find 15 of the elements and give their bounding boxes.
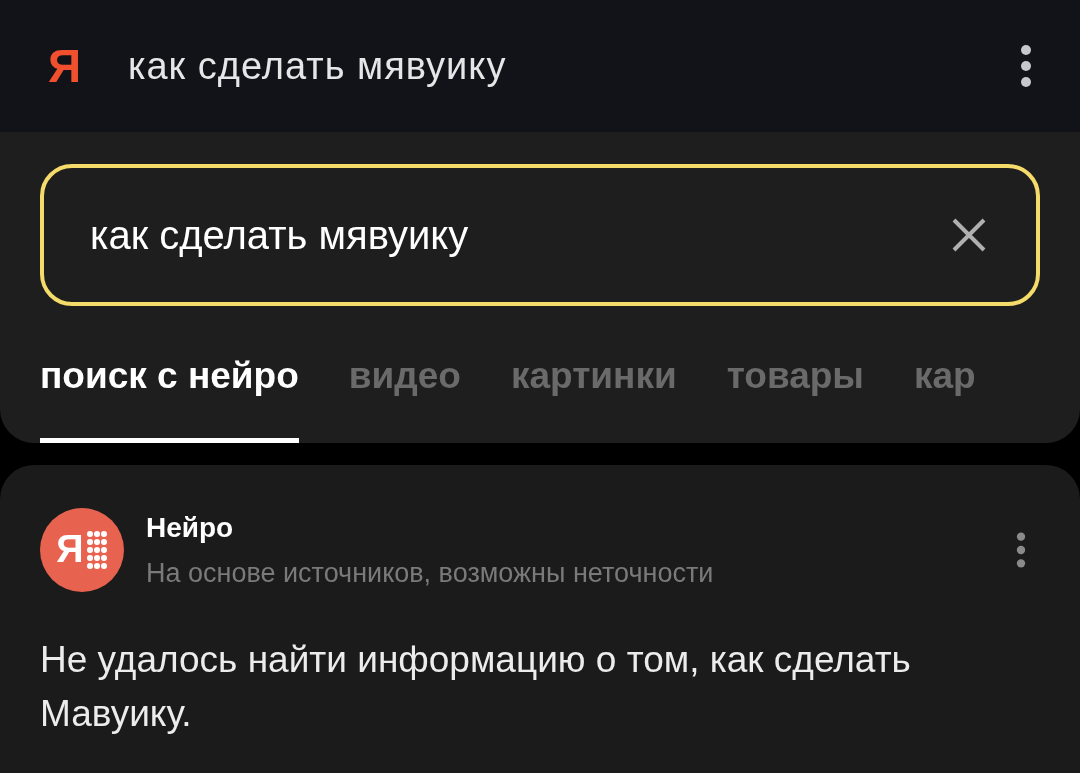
logo[interactable]: Я	[48, 31, 128, 101]
search-field[interactable]: как сделать мявуику	[40, 164, 1040, 306]
neuro-avatar-icon: Я	[40, 507, 124, 592]
tab[interactable]: товары	[726, 348, 864, 443]
tab[interactable]: картинки	[510, 348, 677, 443]
tab[interactable]: кар	[913, 348, 976, 443]
query-title: как сделать мявуику	[128, 43, 508, 89]
tab[interactable]: видео	[348, 348, 461, 443]
search-input[interactable]: как сделать мявуику	[90, 205, 952, 265]
tab[interactable]: поиск с нейро	[40, 348, 299, 443]
answer-title: Нейро	[146, 510, 235, 545]
answer-text: Не удалось найти информацию о том, как сделать Мавуику.	[40, 638, 912, 736]
answer-subtitle: На основе источников, возможны неточности	[146, 556, 715, 590]
menu-icon[interactable]	[1020, 44, 1032, 88]
close-icon[interactable]	[952, 218, 986, 252]
